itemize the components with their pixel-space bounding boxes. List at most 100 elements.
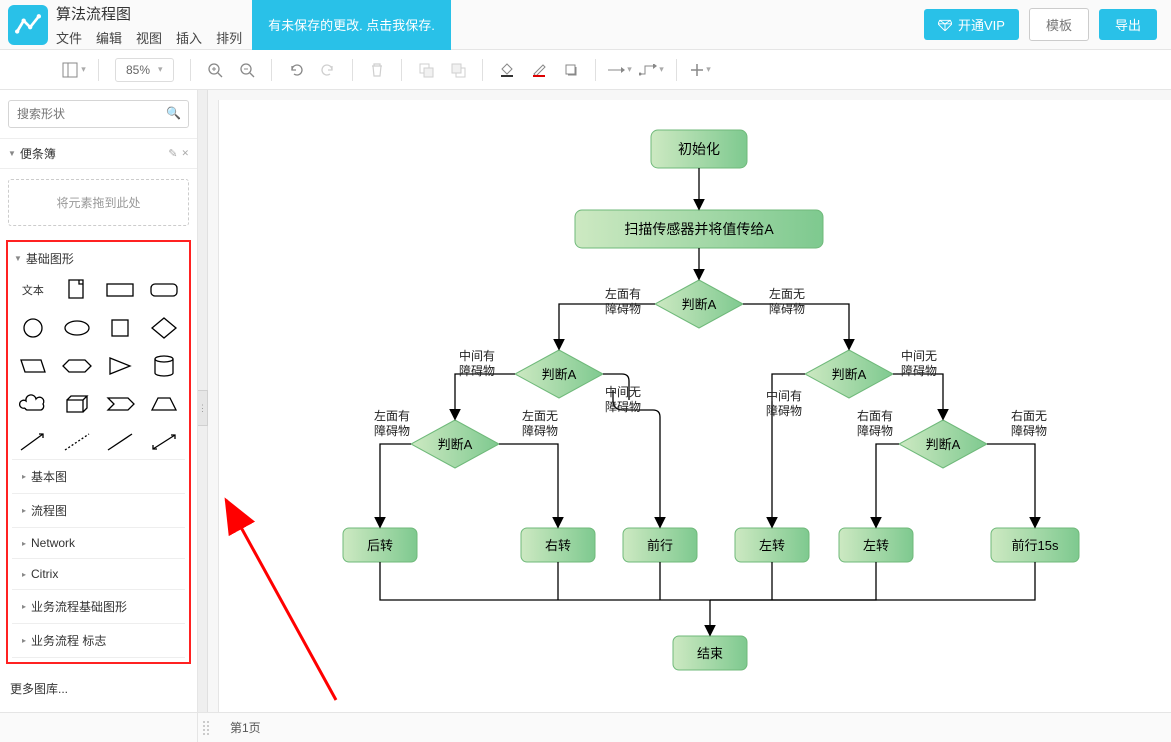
- svg-text:障碍物: 障碍物: [605, 399, 641, 414]
- line-color-icon[interactable]: [525, 56, 553, 84]
- shape-square[interactable]: [102, 313, 140, 343]
- menu-insert[interactable]: 插入: [176, 28, 202, 47]
- shape-circle[interactable]: [14, 313, 52, 343]
- export-button[interactable]: 导出: [1099, 9, 1157, 40]
- svg-text:判断A: 判断A: [438, 437, 473, 452]
- save-banner[interactable]: 有未保存的更改. 点击我保存.: [252, 0, 451, 50]
- svg-text:左转: 左转: [863, 538, 889, 553]
- node-d3: 判断A: [411, 420, 499, 468]
- node-left1: 左转: [735, 528, 809, 562]
- connection-icon[interactable]: ▾: [606, 56, 634, 84]
- shape-rect[interactable]: [102, 275, 140, 305]
- svg-text:障碍物: 障碍物: [901, 363, 937, 378]
- app-logo[interactable]: [8, 5, 48, 45]
- scratchpad-panel-head[interactable]: ▼ 便条簿 ✎ ✕: [0, 138, 197, 169]
- zoom-in-icon[interactable]: [201, 56, 229, 84]
- menu-edit[interactable]: 编辑: [96, 28, 122, 47]
- node-d5: 判断A: [899, 420, 987, 468]
- svg-text:障碍物: 障碍物: [769, 301, 805, 316]
- caret-down-icon: ▼: [8, 149, 16, 158]
- menu-arrange[interactable]: 排列: [216, 28, 242, 47]
- shape-line[interactable]: [102, 427, 140, 457]
- template-button[interactable]: 模板: [1029, 8, 1089, 41]
- svg-text:扫描传感器并将值传给A: 扫描传感器并将值传给A: [624, 221, 774, 237]
- basic-shapes-panel: ▼ 基础图形 文本: [6, 240, 191, 664]
- svg-text:右转: 右转: [545, 538, 571, 553]
- shape-bidir-arrow[interactable]: [145, 427, 183, 457]
- category-bpmn-symbol[interactable]: ▸业务流程 标志: [12, 624, 185, 658]
- svg-text:障碍物: 障碍物: [522, 423, 558, 438]
- category-network[interactable]: ▸Network: [12, 528, 185, 559]
- basic-shapes-head[interactable]: ▼ 基础图形: [12, 248, 185, 273]
- separator: [98, 59, 99, 81]
- shape-note[interactable]: [58, 275, 96, 305]
- node-d2: 判断A: [515, 350, 603, 398]
- search-input[interactable]: [8, 100, 189, 128]
- shadow-icon[interactable]: [557, 56, 585, 84]
- shape-hexagon[interactable]: [58, 351, 96, 381]
- svg-text:中间有: 中间有: [766, 388, 802, 403]
- svg-text:中间无: 中间无: [901, 348, 937, 363]
- add-icon[interactable]: ▾: [687, 56, 715, 84]
- svg-text:判断A: 判断A: [682, 297, 717, 312]
- category-basic[interactable]: ▸基本图: [12, 460, 185, 494]
- scratchpad-dropzone[interactable]: 将元素拖到此处: [8, 179, 189, 226]
- svg-text:左面有: 左面有: [374, 408, 410, 423]
- svg-text:中间无: 中间无: [605, 384, 641, 399]
- shape-diamond[interactable]: [145, 313, 183, 343]
- svg-text:障碍物: 障碍物: [605, 301, 641, 316]
- vip-button[interactable]: 开通VIP: [924, 9, 1019, 40]
- to-back-icon[interactable]: [444, 56, 472, 84]
- canvas[interactable]: 初始化 扫描传感器并将值传给A 判断A 判断A 判断A 判断A 判断A 后转 右…: [218, 100, 1171, 712]
- category-citrix[interactable]: ▸Citrix: [12, 559, 185, 590]
- shape-cube[interactable]: [58, 389, 96, 419]
- node-scan: 扫描传感器并将值传给A: [575, 210, 823, 248]
- shape-step[interactable]: [102, 389, 140, 419]
- shape-dashed-line[interactable]: [58, 427, 96, 457]
- zoom-out-icon[interactable]: [233, 56, 261, 84]
- shape-parallelogram[interactable]: [14, 351, 52, 381]
- pages-grip-icon[interactable]: [202, 720, 210, 736]
- svg-text:初始化: 初始化: [678, 141, 720, 157]
- diamond-icon: [938, 19, 952, 31]
- svg-text:障碍物: 障碍物: [374, 423, 410, 438]
- menu-file[interactable]: 文件: [56, 28, 82, 47]
- waypoints-icon[interactable]: ▾: [638, 56, 666, 84]
- shape-text[interactable]: 文本: [14, 275, 52, 305]
- to-front-icon[interactable]: [412, 56, 440, 84]
- menu-view[interactable]: 视图: [136, 28, 162, 47]
- layout-icon[interactable]: ▾: [60, 56, 88, 84]
- svg-text:左转: 左转: [759, 538, 785, 553]
- fill-color-icon[interactable]: [493, 56, 521, 84]
- svg-text:判断A: 判断A: [832, 367, 867, 382]
- svg-text:判断A: 判断A: [542, 367, 577, 382]
- search-icon[interactable]: 🔍: [166, 106, 181, 120]
- more-shapes-link[interactable]: 更多图库...: [0, 670, 197, 707]
- svg-text:左面有: 左面有: [605, 286, 641, 301]
- category-flowchart[interactable]: ▸流程图: [12, 494, 185, 528]
- shape-cloud[interactable]: [14, 389, 52, 419]
- shape-cylinder[interactable]: [145, 351, 183, 381]
- svg-text:障碍物: 障碍物: [459, 363, 495, 378]
- shape-trapezoid[interactable]: [145, 389, 183, 419]
- zoom-select[interactable]: 85%▾: [115, 58, 174, 82]
- svg-text:判断A: 判断A: [926, 437, 961, 452]
- redo-icon[interactable]: [314, 56, 342, 84]
- sidebar-collapse-handle[interactable]: ⋮: [198, 390, 208, 426]
- shape-roundrect[interactable]: [145, 275, 183, 305]
- svg-text:障碍物: 障碍物: [1011, 423, 1047, 438]
- undo-icon[interactable]: [282, 56, 310, 84]
- category-bpmn-basic[interactable]: ▸业务流程基础图形: [12, 590, 185, 624]
- node-fwd: 前行: [623, 528, 697, 562]
- shape-ellipse[interactable]: [58, 313, 96, 343]
- close-icon[interactable]: ✕: [181, 148, 189, 159]
- pencil-icon[interactable]: ✎: [168, 147, 177, 160]
- svg-text:左面无: 左面无: [769, 286, 805, 301]
- delete-icon[interactable]: [363, 56, 391, 84]
- document-title[interactable]: 算法流程图: [56, 3, 242, 24]
- shape-triangle[interactable]: [102, 351, 140, 381]
- node-fwd15: 前行15s: [991, 528, 1079, 562]
- svg-text:障碍物: 障碍物: [766, 403, 802, 418]
- shape-line-arrow[interactable]: [14, 427, 52, 457]
- page-tab-1[interactable]: 第1页: [220, 715, 271, 740]
